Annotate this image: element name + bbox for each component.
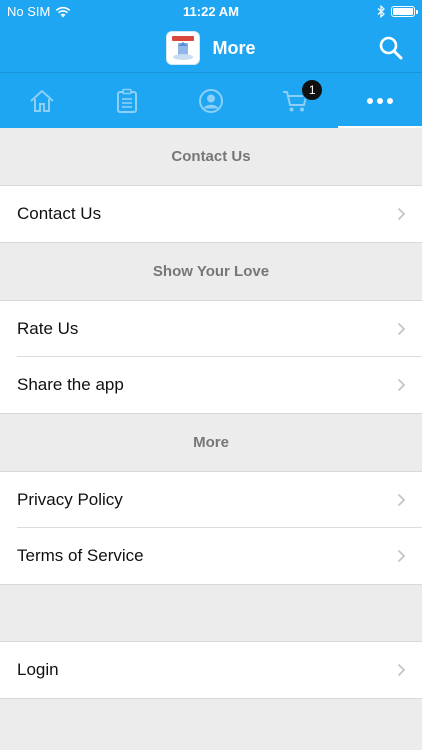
clipboard-icon [116, 88, 137, 113]
app-logo [166, 31, 201, 65]
row-label: Privacy Policy [17, 490, 123, 509]
status-bar: No SIM 11:22 AM [0, 0, 422, 24]
row-rate-us[interactable]: Rate Us [0, 301, 422, 357]
bluetooth-icon [377, 5, 385, 18]
more-dots-icon [366, 98, 393, 104]
header-bar: More [0, 24, 422, 72]
logo-emblem-icon [172, 36, 195, 60]
row-label: Login [17, 660, 59, 679]
row-privacy-policy[interactable]: Privacy Policy [0, 472, 422, 528]
row-label: Terms of Service [17, 546, 144, 565]
cart-badge: 1 [301, 79, 324, 101]
row-terms-of-service[interactable]: Terms of Service [0, 528, 422, 584]
row-label: Rate Us [17, 319, 79, 338]
row-label: Contact Us [17, 204, 102, 223]
tab-bar: 1 [0, 72, 422, 129]
row-label: Share the app [17, 375, 124, 394]
chevron-right-icon [397, 549, 406, 563]
tab-orders[interactable] [84, 73, 168, 129]
home-icon [30, 90, 54, 112]
tab-more[interactable] [337, 73, 422, 129]
section-header-more: More [0, 414, 422, 471]
chevron-right-icon [397, 322, 406, 336]
status-right [377, 5, 418, 18]
tab-account[interactable] [169, 73, 253, 129]
group-contact: Contact Us [0, 185, 422, 243]
user-profile-icon [198, 89, 223, 113]
group-account: Login [0, 641, 422, 699]
header-center: More [0, 24, 422, 72]
tab-home[interactable] [0, 73, 84, 129]
tab-cart[interactable]: 1 [253, 73, 337, 129]
page-title: More [212, 37, 256, 58]
battery-icon [391, 6, 418, 17]
row-login[interactable]: Login [0, 642, 422, 698]
group-show-your-love: Rate Us Share the app [0, 300, 422, 414]
row-share-app[interactable]: Share the app [0, 357, 422, 413]
chevron-right-icon [397, 493, 406, 507]
group-more: Privacy Policy Terms of Service [0, 471, 422, 585]
status-time: 11:22 AM [183, 4, 239, 19]
section-spacer [0, 585, 422, 641]
settings-list: Contact Us Contact Us Show Your Love Rat… [0, 128, 422, 699]
search-button[interactable] [378, 35, 404, 61]
app-root: No SIM 11:22 AM More 1 Contact Us Contac… [0, 0, 422, 750]
row-contact-us[interactable]: Contact Us [0, 186, 422, 242]
chevron-right-icon [397, 207, 406, 221]
section-header-contact: Contact Us [0, 128, 422, 185]
chevron-right-icon [397, 663, 406, 677]
search-icon [379, 36, 403, 60]
chevron-right-icon [397, 378, 406, 392]
section-header-show-your-love: Show Your Love [0, 243, 422, 300]
